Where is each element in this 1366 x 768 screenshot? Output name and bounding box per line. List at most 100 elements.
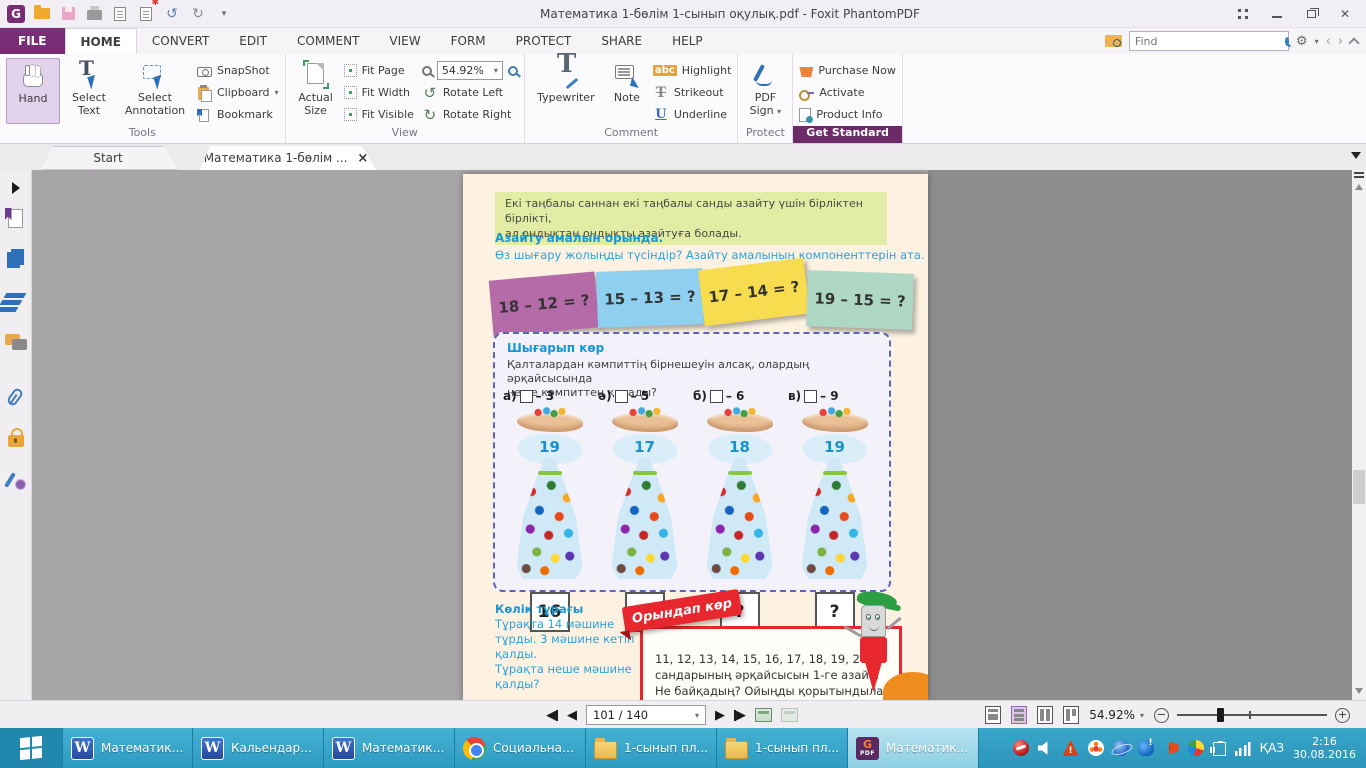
hand-tool-button[interactable]: Hand — [6, 58, 60, 124]
find-next-icon[interactable]: › — [1338, 34, 1343, 49]
page-number-field[interactable]: 101 / 140 ▾ — [586, 705, 706, 725]
redo-icon[interactable]: ↻ — [188, 4, 208, 24]
tab-help[interactable]: HELP — [657, 28, 718, 54]
tray-glove-icon[interactable] — [1137, 738, 1154, 756]
next-view-icon[interactable] — [781, 708, 798, 722]
scroll-up-icon[interactable] — [1355, 184, 1363, 190]
zoom-slider-thumb[interactable] — [1217, 708, 1224, 722]
find-options-gear-icon[interactable]: ⚙ — [1296, 34, 1308, 49]
pages-panel-icon[interactable] — [4, 249, 28, 273]
document-canvas[interactable]: Екі таңбалы саннан екі таңбалы санды аза… — [32, 170, 1352, 700]
purchase-now-button[interactable]: Purchase Now — [799, 61, 896, 80]
snapshot-button[interactable]: SnapShot — [196, 61, 279, 80]
taskbar-app-word-2[interactable]: W Кальендарн... — [193, 728, 324, 768]
zoom-level-combobox[interactable]: 54.92% ▾ — [436, 61, 503, 80]
tab-edit[interactable]: EDIT — [224, 28, 282, 54]
tab-view[interactable]: VIEW — [374, 28, 435, 54]
tray-speaker-icon[interactable] — [1037, 741, 1048, 755]
first-page-button[interactable]: ◀ — [546, 708, 558, 723]
fit-visible-button[interactable]: Fit Visible — [343, 105, 414, 124]
strikeout-button[interactable]: T Strikeout — [653, 83, 732, 102]
attachments-panel-icon[interactable] — [4, 386, 28, 410]
comments-panel-icon[interactable] — [4, 331, 28, 355]
continuous-facing-view-icon[interactable] — [1063, 706, 1080, 724]
taskbar-app-folder-1[interactable]: 1-сынып пл... — [586, 728, 717, 768]
security-panel-icon[interactable] — [4, 427, 28, 451]
taskbar-app-foxit[interactable]: G PDF Математика ... — [848, 728, 979, 768]
fullscreen-button[interactable] — [1226, 2, 1260, 26]
doc-tab-document[interactable]: Математика 1-бөлім ... × — [186, 146, 386, 170]
email-icon[interactable] — [110, 4, 130, 24]
facing-view-icon[interactable] — [1037, 706, 1054, 724]
tab-share[interactable]: SHARE — [586, 28, 657, 54]
scrollbar-thumb[interactable] — [1353, 470, 1365, 504]
taskbar-app-folder-2[interactable]: 1-сынып пл... — [717, 728, 848, 768]
select-text-button[interactable]: T Select Text — [64, 58, 114, 124]
tray-antivirus-icon[interactable] — [1012, 740, 1029, 756]
typewriter-button[interactable]: T Typewriter — [531, 51, 601, 124]
tray-warning-icon[interactable]: ! — [1062, 740, 1079, 756]
zoom-percentage[interactable]: 54.92% ▾ — [1089, 708, 1144, 722]
pdf-sign-button[interactable]: PDF Sign ▾ — [744, 58, 786, 124]
next-page-button[interactable]: ▶ — [715, 708, 725, 723]
tab-list-dropdown-icon[interactable] — [1351, 152, 1361, 159]
fit-width-button[interactable]: Fit Width — [343, 83, 414, 102]
zoom-out-button[interactable]: − — [1154, 707, 1169, 723]
tab-form[interactable]: FORM — [436, 28, 501, 54]
close-tab-icon[interactable]: × — [357, 151, 368, 166]
tray-loudspeaker-icon[interactable] — [1168, 741, 1179, 755]
language-indicator[interactable]: ҚАЗ — [1260, 741, 1284, 755]
taskbar-app-chrome[interactable]: Социальная ... — [455, 728, 586, 768]
restore-button[interactable] — [1294, 2, 1328, 26]
previous-page-button[interactable]: ◀ — [567, 708, 577, 723]
tab-convert[interactable]: CONVERT — [137, 28, 224, 54]
tray-flower-icon[interactable] — [1087, 740, 1104, 756]
collapse-ribbon-icon[interactable] — [1348, 37, 1360, 49]
start-button[interactable] — [0, 728, 62, 768]
minimize-button[interactable] — [1260, 2, 1294, 26]
find-previous-icon[interactable]: ‹ — [1326, 34, 1331, 49]
taskbar-app-word-1[interactable]: W Математика ... — [62, 728, 193, 768]
fit-page-button[interactable]: Fit Page — [343, 61, 414, 80]
highlight-button[interactable]: abc Highlight — [652, 61, 731, 80]
find-options-caret[interactable]: ▾ — [1315, 37, 1319, 46]
zoom-in-icon[interactable] — [507, 65, 518, 76]
vertical-scrollbar[interactable] — [1352, 170, 1366, 700]
layers-panel-icon[interactable] — [4, 290, 28, 314]
zoom-out-icon[interactable] — [421, 65, 432, 76]
customize-toolbar-icon[interactable]: ▾ — [214, 4, 234, 24]
search-folder-icon[interactable] — [1104, 35, 1122, 47]
undo-icon[interactable]: ↺ — [162, 4, 182, 24]
get-standard-banner[interactable]: Get Standard — [793, 126, 902, 143]
previous-view-icon[interactable] — [755, 708, 772, 722]
tray-planet-icon[interactable] — [1112, 740, 1129, 756]
continuous-view-icon[interactable] — [1011, 706, 1028, 724]
tab-file[interactable]: FILE — [0, 28, 65, 54]
underline-button[interactable]: U Underline — [653, 105, 732, 124]
rotate-left-button[interactable]: ↺ Rotate Left — [422, 83, 518, 102]
taskbar-app-word-3[interactable]: W Математика ... — [324, 728, 455, 768]
save-icon[interactable] — [58, 4, 78, 24]
zoom-in-button[interactable]: + — [1335, 707, 1350, 723]
close-button[interactable]: ✕ — [1328, 2, 1362, 26]
actual-size-button[interactable]: Actual Size — [292, 58, 340, 124]
single-page-view-icon[interactable] — [985, 706, 1002, 724]
product-info-button[interactable]: Product Info — [799, 105, 895, 124]
select-annotation-button[interactable]: Select Annotation — [118, 58, 192, 124]
tab-home[interactable]: HOME — [64, 28, 137, 54]
bookmarks-panel-icon[interactable] — [4, 208, 28, 232]
tray-power-icon[interactable] — [1209, 740, 1226, 756]
split-view-handle[interactable] — [1354, 172, 1364, 178]
tab-comment[interactable]: COMMENT — [282, 28, 374, 54]
print-icon[interactable] — [84, 4, 104, 24]
tray-sphere-icon[interactable] — [1187, 740, 1204, 756]
doc-tab-start[interactable]: Start — [28, 146, 188, 170]
scroll-down-icon[interactable] — [1355, 688, 1363, 694]
expand-panel-icon[interactable] — [11, 182, 20, 194]
open-file-icon[interactable] — [32, 4, 52, 24]
zoom-slider[interactable]: − + — [1154, 707, 1350, 723]
last-page-button[interactable]: ▶ — [734, 708, 746, 723]
clock[interactable]: 2:16 30.08.2016 — [1293, 735, 1356, 761]
tray-network-signal-icon[interactable] — [1234, 740, 1251, 756]
activate-button[interactable]: Activate — [799, 83, 895, 102]
